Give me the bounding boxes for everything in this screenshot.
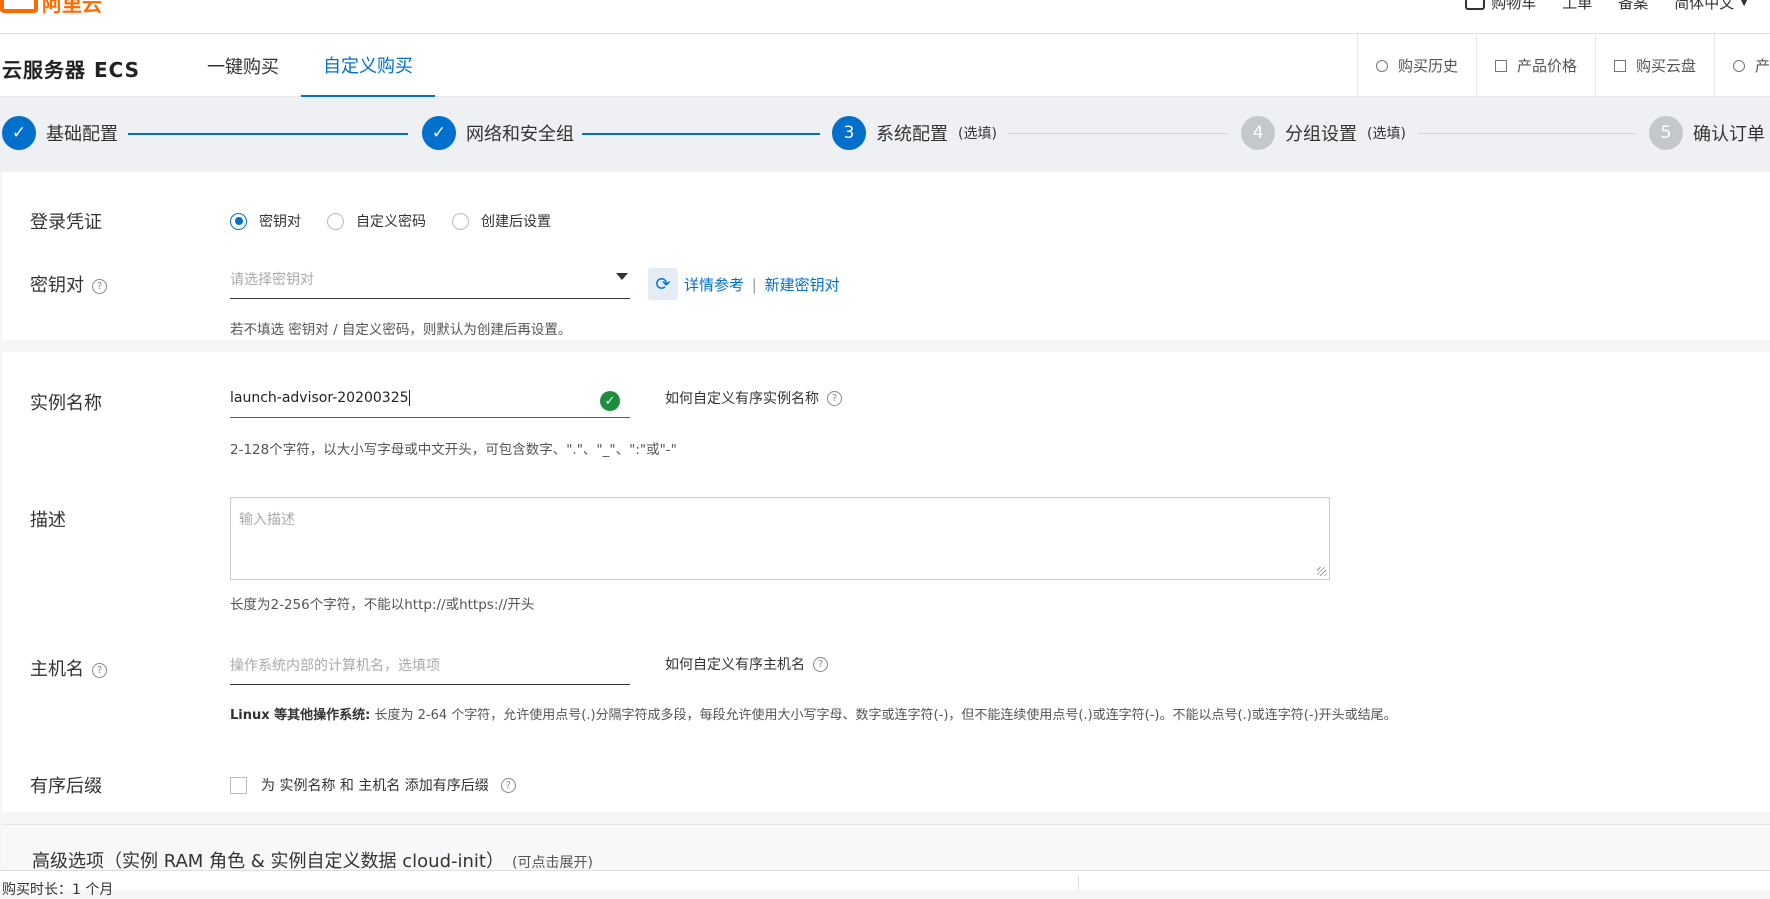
radio-custom-password[interactable]: 自定义密码: [327, 211, 426, 231]
cart-icon: [1465, 0, 1486, 10]
keypair-links: 详情参考 | 新建密钥对: [684, 276, 840, 294]
clock-icon: [1375, 59, 1388, 72]
step-connector: [1008, 133, 1228, 134]
check-icon: ✓: [2, 116, 36, 150]
tab-custom-buy[interactable]: 自定义购买: [301, 34, 435, 97]
step-basic-config[interactable]: ✓ 基础配置: [2, 116, 118, 150]
login-credential-label: 登录凭证: [30, 212, 102, 233]
top-bar: 阿里云 购物车 工单 备案 简体中文 ▼: [0, 0, 1770, 34]
keypair-help-text: 若不填选 密钥对 / 自定义密码，则默认为创建后再设置。: [230, 322, 572, 338]
purchase-history-button[interactable]: 购买历史: [1356, 34, 1476, 97]
caret-down-icon: [616, 273, 628, 280]
filing-link[interactable]: 备案: [1618, 0, 1648, 13]
valid-check-icon: ✓: [600, 391, 620, 411]
step-number: 3: [832, 116, 866, 150]
logo-mark-icon: [0, 0, 38, 13]
radio-set-later[interactable]: 创建后设置: [452, 211, 551, 231]
product-more-button[interactable]: 产: [1713, 34, 1770, 97]
gear-icon: [1732, 59, 1745, 72]
create-keypair-link[interactable]: 新建密钥对: [765, 276, 840, 294]
purchase-tabs: 一键购买 自定义购买: [185, 34, 435, 97]
description-help-text: 长度为2-256个字符，不能以http://或https://开头: [230, 597, 535, 613]
cart-link[interactable]: 购物车: [1465, 0, 1536, 13]
instance-name-help-text: 2-128个字符，以大小写字母或中文开头，可包含数字、"."、"_"、":"或"…: [230, 442, 677, 458]
step-group-settings[interactable]: 4 分组设置 (选填): [1241, 116, 1406, 150]
help-icon: ?: [827, 390, 842, 406]
ordered-suffix-checkbox[interactable]: [230, 776, 247, 794]
hostname-label: 主机名?: [30, 655, 107, 681]
ticket-link[interactable]: 工单: [1562, 0, 1592, 13]
check-icon: ✓: [422, 116, 456, 150]
instance-panel: [2, 352, 1770, 812]
step-connector: [128, 133, 408, 135]
step-connector: [582, 133, 820, 135]
product-price-button[interactable]: 产品价格: [1475, 34, 1595, 97]
instance-name-hint[interactable]: 如何自定义有序实例名称?: [665, 388, 842, 408]
description-textarea[interactable]: 输入描述: [230, 497, 1330, 580]
description-label: 描述: [30, 510, 66, 531]
order-footer: 购买时长：1 个月: [0, 870, 1770, 898]
ordered-suffix-label: 有序后缀: [30, 776, 102, 797]
hostname-help-text: Linux 等其他操作系统: 长度为 2-64 个字符，允许使用点号(.)分隔字…: [230, 708, 1397, 723]
purchase-duration: 购买时长：1 个月: [2, 882, 114, 898]
radio-button: [327, 212, 344, 230]
header-actions: 购买历史 产品价格 购买云盘 产: [1356, 34, 1770, 97]
logo-text: 阿里云: [42, 0, 102, 16]
radio-button: [230, 212, 247, 230]
instance-name-input[interactable]: launch-advisor-20200325 ✓: [230, 378, 630, 418]
login-credential-options: 密钥对 自定义密码 创建后设置: [230, 211, 577, 231]
product-header: 云服务器 ECS 一键购买 自定义购买 购买历史 产品价格 购买云盘 产: [0, 34, 1770, 97]
page-title: 云服务器 ECS: [2, 58, 141, 82]
language-select[interactable]: 简体中文 ▼: [1674, 0, 1748, 13]
divider: [1078, 875, 1079, 891]
buy-disk-button[interactable]: 购买云盘: [1594, 34, 1714, 97]
detail-reference-link[interactable]: 详情参考: [684, 276, 744, 294]
advanced-options[interactable]: 高级选项（实例 RAM 角色 & 实例自定义数据 cloud-init） (可点击…: [2, 824, 1770, 874]
refresh-icon[interactable]: ⟳: [648, 268, 678, 300]
help-icon[interactable]: ?: [92, 278, 107, 294]
text-cursor: [408, 389, 410, 406]
resize-handle-icon[interactable]: [1317, 567, 1326, 576]
hostname-input[interactable]: 操作系统内部的计算机名，选填项: [230, 645, 630, 685]
tab-quick-buy[interactable]: 一键购买: [185, 34, 301, 97]
help-icon[interactable]: ?: [92, 662, 107, 678]
keypair-select[interactable]: 请选择密钥对: [230, 259, 630, 299]
instance-name-label: 实例名称: [30, 393, 102, 414]
top-nav: 购物车 工单 备案 简体中文 ▼: [1439, 0, 1770, 13]
step-number: 4: [1241, 116, 1275, 150]
help-icon[interactable]: ?: [500, 777, 516, 793]
step-progress: ✓ 基础配置 ✓ 网络和安全组 3 系统配置 (选填) 4 分组设置 (选填) …: [0, 97, 1770, 172]
radio-keypair[interactable]: 密钥对: [230, 211, 301, 231]
help-icon: ?: [813, 656, 828, 672]
step-connector: [1418, 133, 1636, 134]
keypair-label: 密钥对?: [30, 271, 107, 297]
step-confirm-order[interactable]: 5 确认订单: [1649, 116, 1765, 150]
aliyun-logo[interactable]: 阿里云: [0, 0, 102, 16]
disk-icon: [1613, 59, 1626, 72]
step-system-config[interactable]: 3 系统配置 (选填): [832, 116, 997, 150]
step-network-security[interactable]: ✓ 网络和安全组: [422, 116, 574, 150]
radio-button: [452, 212, 469, 230]
list-icon: [1494, 59, 1507, 72]
credential-panel: [2, 172, 1770, 340]
chevron-down-icon: ▼: [1740, 0, 1748, 8]
hostname-hint[interactable]: 如何自定义有序主机名?: [665, 654, 828, 674]
step-number: 5: [1649, 116, 1683, 150]
ordered-suffix-option: 为 实例名称 和 主机名 添加有序后缀 ?: [230, 775, 516, 795]
